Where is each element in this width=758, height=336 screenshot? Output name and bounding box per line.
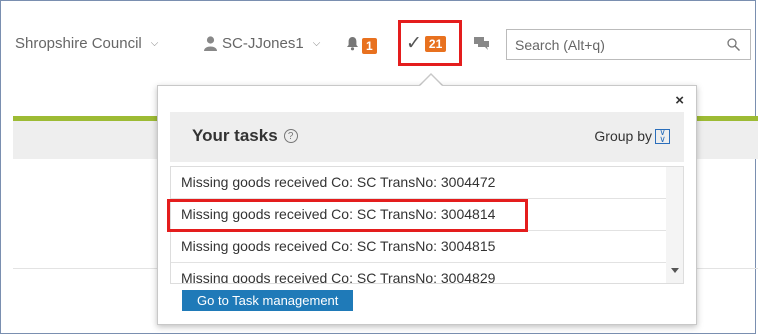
notifications-badge: 1 xyxy=(362,38,377,54)
popup-title-text: Your tasks xyxy=(192,126,278,145)
scroll-down-arrow-icon[interactable] xyxy=(671,268,679,273)
search-box xyxy=(506,29,751,60)
task-management-button[interactable]: Go to Task management xyxy=(182,290,354,311)
task-item[interactable]: Missing goods received Co: SC TransNo: 3… xyxy=(171,231,667,263)
tasks-highlight-box xyxy=(398,20,462,66)
notifications-button[interactable]: 1 xyxy=(346,36,377,56)
chat-icon xyxy=(474,37,489,54)
double-chevron-down-icon: ∨ ∨ xyxy=(655,128,670,144)
task-list-scrollbar[interactable] xyxy=(666,167,683,283)
popup-title: Your tasks ? xyxy=(192,126,298,146)
popup-header: Your tasks ? Group by ∨ ∨ xyxy=(170,112,684,162)
chat-button[interactable] xyxy=(474,37,489,55)
search-input[interactable] xyxy=(507,30,722,59)
search-icon[interactable] xyxy=(722,38,744,51)
task-item[interactable]: Missing goods received Co: SC TransNo: 3… xyxy=(171,263,667,283)
task-item[interactable]: Missing goods received Co: SC TransNo: 3… xyxy=(171,167,667,199)
organisation-label: Shropshire Council xyxy=(15,35,142,52)
bell-icon xyxy=(346,36,359,56)
close-icon[interactable]: × xyxy=(675,92,684,109)
user-menu[interactable]: SC-JJones1 ⌵ xyxy=(204,35,320,52)
chevron-down-icon: ⌵ xyxy=(150,38,159,49)
help-icon[interactable]: ? xyxy=(283,129,298,143)
organisation-selector[interactable]: Shropshire Council ⌵ xyxy=(15,35,158,52)
group-by-label: Group by xyxy=(594,128,652,144)
task-highlight-box xyxy=(167,199,528,232)
chevron-down-icon: ⌵ xyxy=(312,38,321,49)
group-by-button[interactable]: Group by ∨ ∨ xyxy=(594,128,670,144)
user-name: SC-JJones1 xyxy=(222,35,304,52)
user-icon xyxy=(204,36,217,51)
popup-caret-fill xyxy=(419,75,443,87)
top-header: Shropshire Council ⌵ SC-JJones1 ⌵ 1 ✓ 21 xyxy=(0,0,758,90)
